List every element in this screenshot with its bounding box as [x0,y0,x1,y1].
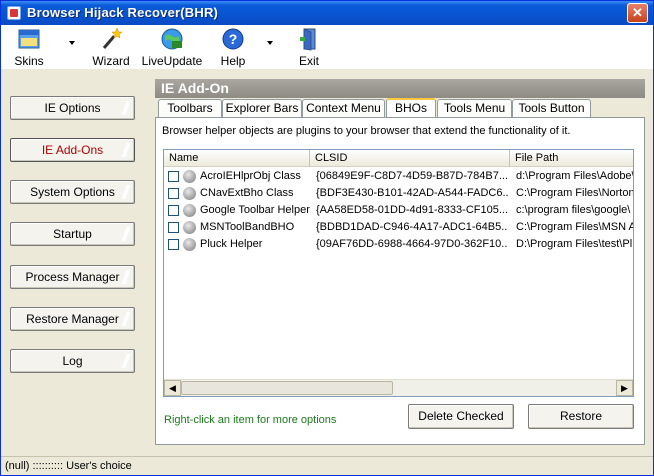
column-header-file-path[interactable]: File Path [510,150,633,167]
scroll-left-icon[interactable]: ◀ [164,380,181,396]
item-clsid: {06849E9F-C8D7-4D59-B87D-784B7... [316,170,508,182]
help-icon: ? [222,28,244,50]
wizard-label: Wizard [92,54,130,68]
sidebar-item-system-options[interactable]: System Options [10,180,135,204]
item-name: Google Toolbar Helper [200,204,310,216]
bho-list[interactable]: Name CLSID File Path AcroIEHlprObj Class… [163,149,634,397]
exit-label: Exit [298,54,319,68]
liveupdate-label: LiveUpdate [141,54,203,68]
sidebar: IE Options IE Add-Ons System Options Sta… [1,79,151,451]
item-clsid: {BDF3E430-B101-42AD-A544-FADC6... [316,187,508,199]
skins-button[interactable]: Skins [7,25,51,69]
list-item[interactable]: MSNToolBandBHO {BDBD1DAD-C946-4A17-ADC1-… [164,219,633,236]
sidebar-item-restore-manager[interactable]: Restore Manager [10,307,135,331]
list-item[interactable]: AcroIEHlprObj Class {06849E9F-C8D7-4D59-… [164,168,633,185]
item-name: MSNToolBandBHO [200,221,295,233]
list-header: Name CLSID File Path [164,150,633,167]
liveupdate-icon [161,28,183,50]
tab-toolbars[interactable]: Toolbars [158,99,222,117]
sidebar-item-process-manager[interactable]: Process Manager [10,265,135,289]
list-item[interactable]: Pluck Helper {09AF76DD-6988-4664-97D0-36… [164,236,633,253]
item-path: D:\Program Files\test\Pl [516,238,633,250]
skins-icon [18,29,40,49]
list-item[interactable]: Google Toolbar Helper {AA58ED58-01DD-4d9… [164,202,633,219]
item-name: CNavExtBho Class [200,187,294,199]
sidebar-item-label: Restore Manager [26,312,119,326]
item-name: Pluck Helper [200,238,263,250]
sidebar-item-label: IE Options [44,101,101,115]
tab-bhos[interactable]: BHOs [386,98,436,118]
hint-text: Right-click an item for more options [164,414,337,426]
toolbar: Skins Wizard LiveUpdate ? Help Exit [1,25,653,69]
status-text: (null) :::::::::: User's choice [5,460,132,472]
exit-icon [300,28,316,51]
item-checkbox[interactable] [168,171,179,182]
help-dropdown-arrow[interactable] [267,41,273,45]
item-checkbox[interactable] [168,239,179,250]
wizard-button[interactable]: Wizard [89,25,133,69]
exit-button[interactable]: Exit [289,25,329,69]
item-path: C:\Program Files\Norton [516,187,633,199]
sidebar-item-label: IE Add-Ons [41,143,104,157]
close-button[interactable]: ✕ [627,3,648,23]
item-clsid: {09AF76DD-6988-4664-97D0-362F10... [316,238,508,250]
bho-item-icon [183,170,196,183]
skins-dropdown-arrow[interactable] [69,41,75,45]
sidebar-item-label: Startup [53,227,92,241]
wizard-icon [102,27,123,49]
horizontal-scrollbar[interactable]: ◀ ▶ [164,379,633,396]
skins-label: Skins [14,54,44,68]
sidebar-item-label: Process Manager [25,270,120,284]
tab-context-menu[interactable]: Context Menu [302,99,385,117]
item-checkbox[interactable] [168,205,179,216]
column-header-name[interactable]: Name [164,150,310,167]
tab-tools-menu[interactable]: Tools Menu [437,99,512,117]
sidebar-item-log[interactable]: Log [10,349,135,373]
tab-tools-button[interactable]: Tools Button [512,99,591,117]
app-window: Browser Hijack Recover(BHR) ✕ Skins Wiza… [0,0,654,476]
item-checkbox[interactable] [168,188,179,199]
tab-explorer-bars[interactable]: Explorer Bars [222,99,302,117]
item-clsid: {AA58ED58-01DD-4d91-8333-CF105... [316,204,508,216]
sidebar-item-label: Log [62,354,83,368]
bho-item-icon [183,187,196,200]
item-name: AcroIEHlprObj Class [200,170,301,182]
delete-checked-button[interactable]: Delete Checked [408,404,514,429]
column-header-clsid[interactable]: CLSID [310,150,510,167]
bho-item-icon [183,238,196,251]
item-path: c:\program files\google\ [516,204,631,216]
description-text: Browser helper objects are plugins to yo… [162,125,571,137]
title-bar[interactable]: Browser Hijack Recover(BHR) ✕ [1,1,653,25]
list-item[interactable]: CNavExtBho Class {BDF3E430-B101-42AD-A54… [164,185,633,202]
bhos-panel: Browser helper objects are plugins to yo… [155,117,645,445]
status-bar: (null) :::::::::: User's choice [1,456,653,475]
scroll-right-icon[interactable]: ▶ [616,380,633,396]
app-icon [7,6,21,20]
item-path: d:\Program Files\Adobe\ [516,170,633,182]
window-title: Browser Hijack Recover(BHR) [27,5,219,20]
panel-title: IE Add-On [155,79,645,98]
help-label: Help [220,54,246,68]
svg-text:?: ? [229,31,238,47]
scroll-thumb[interactable] [181,381,393,395]
item-clsid: {BDBD1DAD-C946-4A17-ADC1-64B5... [316,221,508,233]
sidebar-item-startup[interactable]: Startup [10,222,135,246]
sidebar-item-ie-options[interactable]: IE Options [10,96,135,120]
bho-item-icon [183,204,196,217]
bho-item-icon [183,221,196,234]
restore-button[interactable]: Restore [528,404,634,429]
help-button[interactable]: ? Help [211,25,255,69]
item-path: C:\Program Files\MSN A [516,221,633,233]
sidebar-item-ie-add-ons[interactable]: IE Add-Ons [10,138,135,162]
item-checkbox[interactable] [168,222,179,233]
liveupdate-button[interactable]: LiveUpdate [141,25,203,69]
sidebar-item-label: System Options [30,185,115,199]
